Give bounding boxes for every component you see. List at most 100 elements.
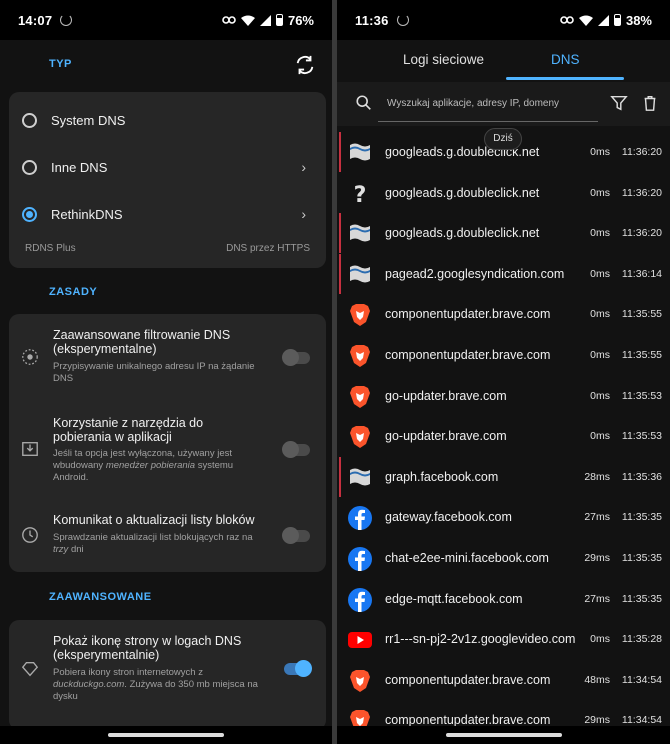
rule-show-site-icons[interactable]: Pokaż ikonę strony w logach DNS (ekspery… <box>9 620 326 730</box>
brave-icon <box>347 424 373 450</box>
search-icon[interactable] <box>355 94 373 112</box>
signal-icon <box>597 14 609 26</box>
rule-description: Pobiera ikony stron internetowych z duck… <box>53 667 263 703</box>
log-time: 11:35:35 <box>621 511 662 524</box>
dns-option-label: RethinkDNS <box>51 206 123 222</box>
log-time: 11:35:53 <box>621 430 662 443</box>
radio-button-selected[interactable] <box>22 206 37 222</box>
tab-dns[interactable]: DNS <box>551 52 580 67</box>
rule-desc-emphasis: trzy <box>53 544 69 555</box>
svg-text:?: ? <box>354 183 367 207</box>
rule-desc-emphasis: menedżer pobierania <box>105 460 196 471</box>
status-time: 14:07 <box>18 12 53 28</box>
rule-blocklist-updates[interactable]: Komunikat o aktualizacji listy bloków Sp… <box>9 492 326 572</box>
section-type-heading: TYP <box>49 58 72 70</box>
search-bar: Wyszukaj aplikacje, adresy IP, domeny <box>337 82 670 126</box>
dns-log-row[interactable]: componentupdater.brave.com 0ms 11:35:55 <box>337 294 670 335</box>
home-gesture-pill[interactable] <box>445 733 562 737</box>
brave-icon <box>347 668 373 694</box>
dns-log-row[interactable]: pagead2.googlesyndication.com 0ms 11:36:14 <box>337 253 670 295</box>
dns-log-row[interactable]: edge-mqtt.facebook.com 27ms 11:35:35 <box>337 579 670 620</box>
toggle-switch[interactable] <box>282 527 310 544</box>
log-latency: 0ms <box>590 267 610 280</box>
log-domain: go-updater.brave.com <box>385 388 507 403</box>
dns-option-rethink[interactable]: RethinkDNS › <box>9 191 326 237</box>
nav-bar <box>337 726 670 744</box>
delete-icon[interactable] <box>641 94 659 112</box>
log-latency: 0ms <box>590 186 610 199</box>
log-time: 11:35:35 <box>621 552 662 564</box>
dns-option-system[interactable]: System DNS <box>9 97 326 143</box>
rule-advanced-filtering[interactable]: Zaawansowane filtrowanie DNS (eksperymen… <box>9 314 326 402</box>
log-latency: 27ms <box>584 511 610 524</box>
log-domain: gateway.facebook.com <box>385 510 512 525</box>
dns-option-label: System DNS <box>51 112 126 128</box>
log-latency: 0ms <box>590 389 610 402</box>
rule-desc-emphasis: duckduckgo.com <box>53 679 125 690</box>
dns-log-row[interactable]: gateway.facebook.com 27ms 11:35:35 <box>337 497 670 538</box>
toggle-switch[interactable] <box>282 441 310 458</box>
status-time: 11:36 <box>355 12 389 28</box>
brave-icon <box>347 384 373 410</box>
log-domain: graph.facebook.com <box>385 469 499 484</box>
dns-logs-panel: 11:36 38% Logi sieciowe DNS Wyszukaj apl… <box>337 0 670 744</box>
facebook-icon <box>347 587 373 613</box>
refresh-icon[interactable] <box>294 54 316 76</box>
tab-network-logs[interactable]: Logi sieciowe <box>403 52 484 67</box>
rule-title: Zaawansowane filtrowanie DNS (eksperymen… <box>53 328 231 356</box>
chevron-right-icon: › <box>301 159 306 175</box>
home-gesture-pill[interactable] <box>108 733 224 737</box>
status-right: 38% <box>560 13 652 28</box>
log-time: 11:34:54 <box>621 673 662 686</box>
dns-log-row[interactable]: graph.facebook.com 28ms 11:35:36 <box>337 456 670 498</box>
dns-log-row[interactable]: chat-e2ee-mini.facebook.com 29ms 11:35:35 <box>337 538 670 579</box>
battery-percent: 38% <box>625 12 652 28</box>
log-domain: rr1---sn-pj2-2v1z.googlevideo.com <box>385 632 576 647</box>
dns-provider-label: RDNS Plus <box>25 243 76 254</box>
radio-button[interactable] <box>22 112 37 128</box>
dns-log-row[interactable]: go-updater.brave.com 0ms 11:35:53 <box>337 416 670 457</box>
log-time: 11:34:54 <box>621 714 662 727</box>
log-latency: 29ms <box>584 714 610 727</box>
blocked-indicator <box>339 132 341 172</box>
dns-log-row[interactable]: googleads.g.doubleclick.net 0ms 11:36:20 <box>337 213 670 254</box>
dns-log-row[interactable]: go-updater.brave.com 0ms 11:35:53 <box>337 376 670 417</box>
filter-icon[interactable] <box>610 94 628 112</box>
section-rules-heading: ZASADY <box>49 286 98 298</box>
search-input[interactable]: Wyszukaj aplikacje, adresy IP, domeny <box>387 98 559 109</box>
rule-download-manager[interactable]: Korzystanie z narzędzia do pobierania w … <box>9 402 326 492</box>
dns-log-row[interactable]: rr1---sn-pj2-2v1z.googlevideo.com 0ms 11:3… <box>337 619 670 660</box>
log-domain: componentupdater.brave.com <box>385 672 551 687</box>
vpn-key-icon <box>222 16 236 24</box>
log-time: 11:36:20 <box>621 146 662 158</box>
log-domain: componentupdater.brave.com <box>385 307 551 322</box>
log-latency: 0ms <box>590 633 610 646</box>
dns-type-card: System DNS Inne DNS › RethinkDNS › RDNS … <box>9 92 326 268</box>
dns-log-row[interactable]: componentupdater.brave.com 0ms 11:35:55 <box>337 335 670 376</box>
dns-log-row[interactable]: ? googleads.g.doubleclick.net 0ms 11:36:20 <box>337 173 670 214</box>
log-latency: 28ms <box>584 470 610 483</box>
download-icon <box>22 442 38 456</box>
advanced-card: Pokaż ikonę strony w logach DNS (ekspery… <box>9 620 326 730</box>
log-domain: chat-e2ee-mini.facebook.com <box>385 551 549 565</box>
radio-button[interactable] <box>22 159 37 175</box>
log-latency: 48ms <box>584 673 610 686</box>
dns-option-other[interactable]: Inne DNS › <box>9 144 326 190</box>
toggle-switch-on[interactable] <box>284 660 312 677</box>
blocked-indicator <box>339 213 341 254</box>
flag-icon <box>347 221 373 247</box>
toggle-switch[interactable] <box>282 349 310 366</box>
flag-icon <box>347 140 373 166</box>
log-latency: 27ms <box>584 592 610 605</box>
tag-icon <box>21 662 39 677</box>
dns-log-row[interactable]: componentupdater.brave.com 48ms 11:34:54 <box>337 660 670 701</box>
clock-icon <box>22 527 38 543</box>
rule-desc-text: Pobiera ikony stron internetowych z <box>53 667 203 678</box>
question-icon: ? <box>347 181 373 208</box>
youtube-icon <box>347 627 373 653</box>
log-domain: go-updater.brave.com <box>385 429 507 444</box>
nav-bar <box>0 726 332 744</box>
flag-icon <box>347 465 373 491</box>
wifi-icon <box>578 15 593 26</box>
log-time: 11:35:35 <box>621 592 662 605</box>
